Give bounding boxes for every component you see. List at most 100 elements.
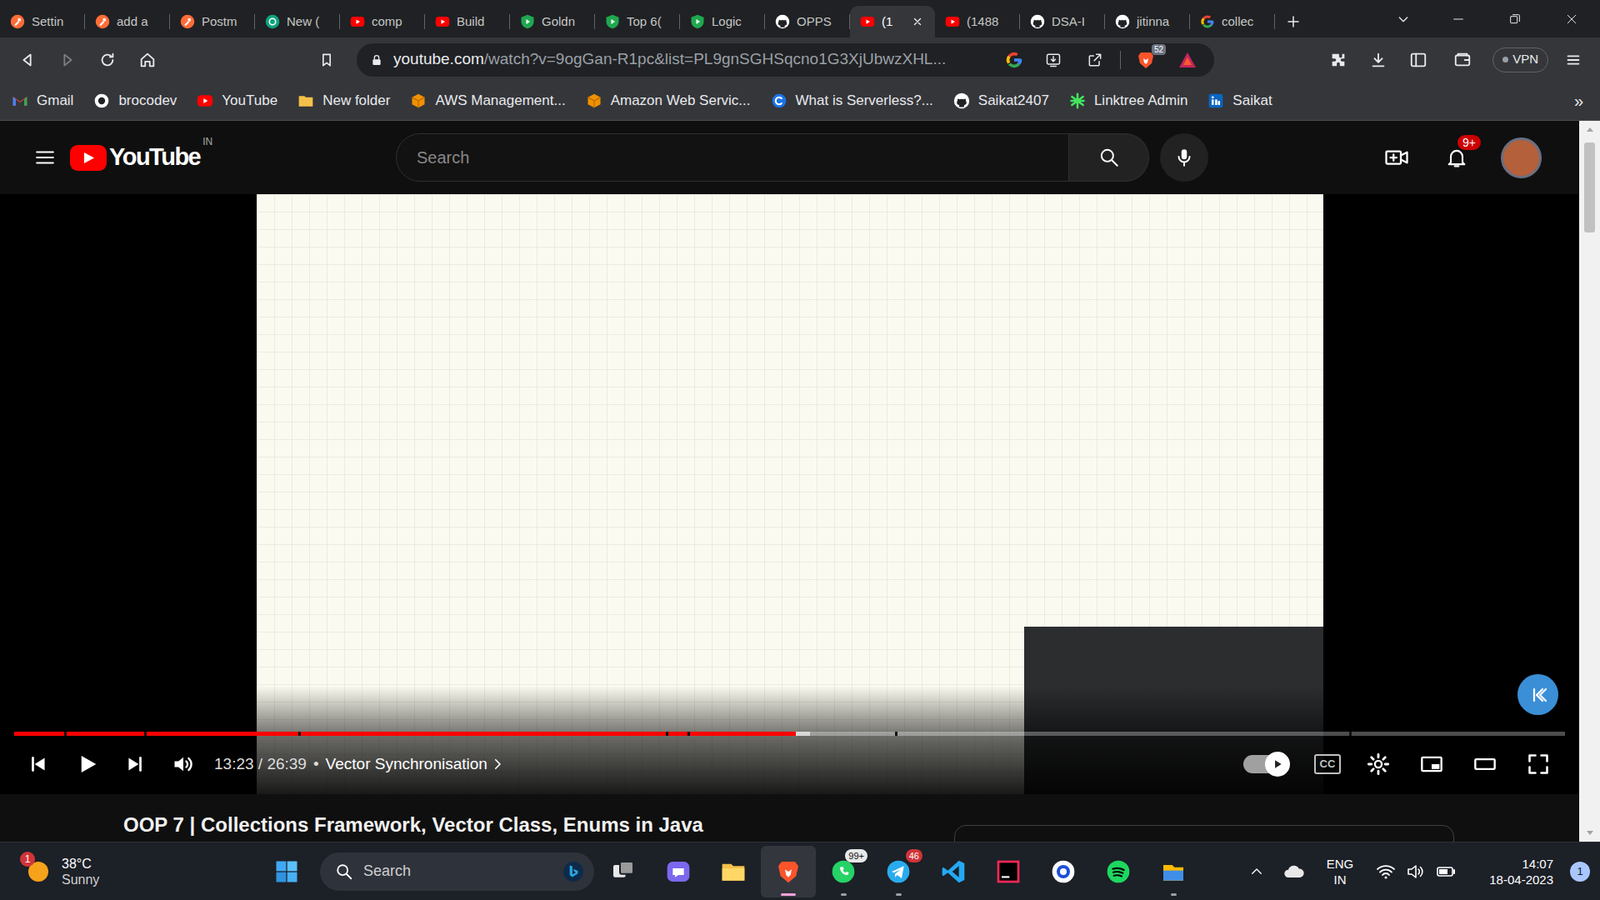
forward-icon[interactable] <box>47 43 88 77</box>
home-icon[interactable] <box>127 43 168 77</box>
taskbar-app[interactable] <box>980 845 1036 898</box>
next-icon[interactable] <box>110 740 160 789</box>
browser-tab[interactable]: comp <box>340 5 425 38</box>
install-icon[interactable] <box>1036 45 1070 75</box>
tab-separator <box>339 14 340 30</box>
google-lens-icon[interactable] <box>1000 45 1029 75</box>
bookmark-item[interactable]: Gmail <box>11 90 74 112</box>
browser-tab[interactable]: Logic <box>680 5 765 38</box>
browser-tab[interactable]: Postm <box>170 5 255 38</box>
settings-gear-icon[interactable] <box>1351 740 1405 789</box>
extensions-icon[interactable] <box>1319 43 1358 77</box>
taskbar-app[interactable] <box>760 845 816 898</box>
share-icon[interactable] <box>1078 45 1112 75</box>
shields-button[interactable]: 52 <box>1129 45 1163 75</box>
progress-track[interactable] <box>14 731 1565 736</box>
browser-tab[interactable]: Goldn <box>510 5 595 38</box>
mic-icon[interactable] <box>1160 133 1209 182</box>
language-indicator[interactable]: ENGIN <box>1315 855 1365 888</box>
miniplayer-icon[interactable] <box>1405 740 1459 789</box>
windows-start-icon[interactable] <box>263 848 310 895</box>
chapter-title[interactable]: Vector Synchronisation <box>325 752 488 777</box>
back-icon[interactable] <box>7 43 48 77</box>
bookmark-item[interactable]: brocodev <box>93 90 177 112</box>
browser-tab[interactable]: Settin <box>0 5 85 38</box>
weather-widget[interactable]: 138°CSunny <box>0 855 264 888</box>
notification-count[interactable]: 1 <box>1570 861 1590 882</box>
browser-tab[interactable]: Top 6( <box>595 5 680 38</box>
browser-tab[interactable]: New ( <box>255 5 340 38</box>
avatar[interactable] <box>1500 137 1542 179</box>
bookmark-item[interactable]: What is Serverless?... <box>770 90 934 112</box>
bookmark-item[interactable]: Amazon Web Servic... <box>585 90 751 112</box>
browser-tab[interactable]: (1 <box>850 5 935 38</box>
search-input[interactable] <box>395 133 1070 182</box>
notifications-button[interactable]: 9+ <box>1432 133 1481 182</box>
video-player[interactable]: 13:23 / 26:39•Vector SynchronisationCC <box>0 194 1580 795</box>
bookmark-item[interactable]: Saikat <box>1207 90 1272 112</box>
bookmark-icon[interactable] <box>310 43 344 77</box>
extension-button[interactable] <box>1517 674 1559 715</box>
reload-icon[interactable] <box>87 43 128 77</box>
create-icon[interactable] <box>1372 133 1421 182</box>
bing-icon[interactable] <box>560 859 586 885</box>
minimize-icon[interactable] <box>1430 0 1487 38</box>
taskbar-app[interactable] <box>925 845 981 898</box>
browser-tab[interactable]: DSA-I <box>1020 5 1105 38</box>
onedrive-icon[interactable] <box>1273 850 1315 893</box>
restore-icon[interactable] <box>1486 0 1544 38</box>
taskbar-search[interactable]: Search <box>320 852 595 891</box>
browser-tab[interactable]: Build <box>425 5 510 38</box>
quick-settings[interactable] <box>1365 850 1467 893</box>
folder-icon <box>297 92 315 110</box>
taskbar-app[interactable] <box>705 845 761 898</box>
address-bar[interactable]: youtube.com/watch?v=9ogGan-R1pc&list=PL9… <box>356 43 1215 77</box>
wallet-icon[interactable] <box>1439 43 1486 77</box>
bookmark-item[interactable]: YouTube <box>196 90 278 112</box>
taskbar-app[interactable] <box>1090 845 1146 898</box>
taskbar-app[interactable] <box>1035 845 1091 898</box>
bookmark-item[interactable]: New folder <box>297 90 390 112</box>
theater-icon[interactable] <box>1458 740 1512 789</box>
tab-search-icon[interactable] <box>1376 0 1430 38</box>
bookmark-item[interactable]: Linktree Admin <box>1069 90 1188 112</box>
browser-tab[interactable]: jitinna <box>1105 5 1190 38</box>
play-icon[interactable] <box>62 740 111 789</box>
youtube-logo[interactable]: YouTubeIN <box>70 139 213 176</box>
tray-overflow-icon[interactable] <box>1240 850 1274 893</box>
fullscreen-icon[interactable] <box>1511 740 1565 789</box>
close-window-icon[interactable] <box>1543 0 1600 38</box>
taskbar-app[interactable] <box>650 845 706 898</box>
scrollbar-thumb[interactable] <box>1584 142 1595 233</box>
sidebar-icon[interactable] <box>1399 43 1438 77</box>
browser-tab[interactable]: add a <box>85 5 170 38</box>
previous-icon[interactable] <box>14 740 63 789</box>
vpn-button[interactable]: VPN <box>1492 47 1549 73</box>
autoplay-toggle[interactable] <box>1243 755 1289 774</box>
scroll-up-icon[interactable] <box>1579 120 1600 138</box>
browser-tab[interactable]: OPPS <box>765 5 850 38</box>
volume-icon[interactable] <box>159 740 208 789</box>
taskbar-app[interactable]: 99+ <box>815 845 871 898</box>
browser-tab[interactable]: collec <box>1190 5 1275 38</box>
browser-tab[interactable]: (1488 <box>935 5 1020 38</box>
bookmarks-overflow[interactable]: » <box>1569 88 1589 114</box>
downloads-icon[interactable] <box>1359 43 1398 77</box>
captions-button[interactable]: CC <box>1303 740 1352 789</box>
tab-separator <box>594 14 595 30</box>
new-tab-icon[interactable] <box>1275 5 1312 38</box>
taskbar-app[interactable] <box>1145 845 1201 898</box>
rewards-triangle-icon[interactable] <box>1170 45 1205 75</box>
hamburger-icon[interactable] <box>25 137 65 178</box>
close-icon[interactable] <box>910 14 925 30</box>
clock[interactable]: 14:0718-04-2023 <box>1466 855 1559 888</box>
bookmark-item[interactable]: AWS Management... <box>410 90 565 112</box>
bookmark-item[interactable]: Saikat2407 <box>953 90 1050 112</box>
scrollbar[interactable] <box>1579 120 1600 842</box>
scroll-down-icon[interactable] <box>1579 825 1600 842</box>
taskbar-app[interactable] <box>595 845 651 898</box>
chevron-right-icon[interactable] <box>487 754 508 775</box>
taskbar-app[interactable]: 46 <box>870 845 926 898</box>
search-icon[interactable] <box>1069 133 1150 182</box>
menu-icon[interactable] <box>1555 43 1592 77</box>
